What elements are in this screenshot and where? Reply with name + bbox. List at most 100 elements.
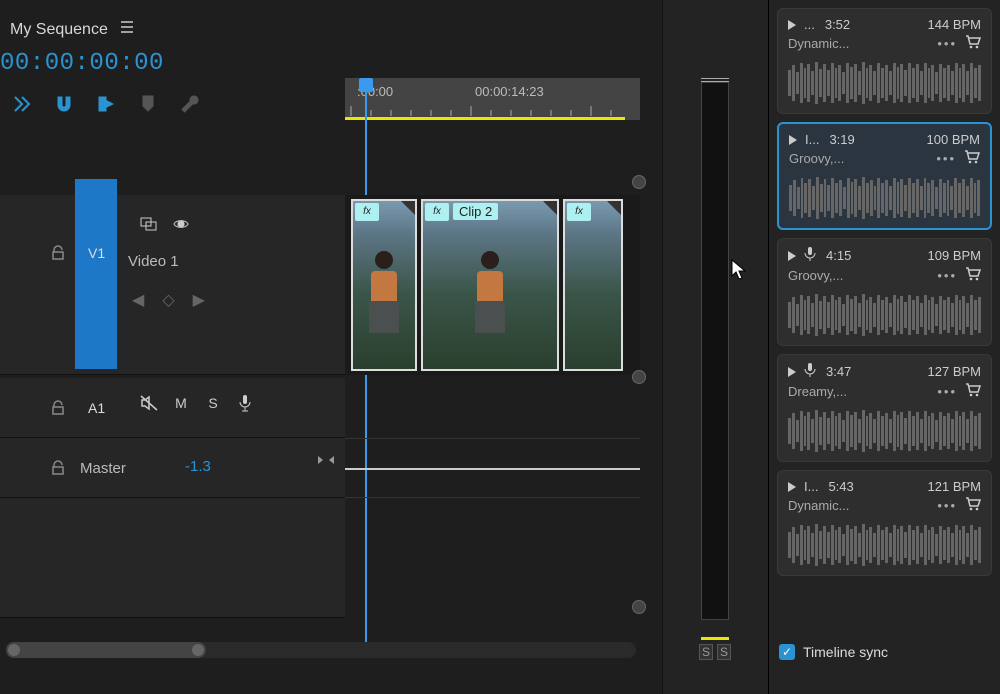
music-tag: Dynamic... — [788, 36, 929, 51]
cart-icon[interactable] — [965, 34, 981, 53]
fx-badge[interactable]: fx — [567, 203, 591, 221]
waveform-preview[interactable] — [789, 176, 980, 220]
lock-icon[interactable] — [50, 245, 66, 266]
waveform-preview[interactable] — [788, 409, 981, 453]
track-resize-handle[interactable] — [632, 175, 646, 189]
track-header-master: Master -1.3 — [0, 438, 345, 498]
music-card[interactable]: I... 5:43 121 BPM Dynamic... ••• — [777, 470, 992, 576]
marker-icon[interactable] — [136, 92, 160, 116]
timeline-sync-checkbox[interactable]: ✓ — [779, 644, 795, 660]
music-card[interactable]: 3:47 127 BPM Dreamy,... ••• — [777, 354, 992, 462]
timeline-sync-row[interactable]: ✓ Timeline sync — [779, 644, 888, 660]
add-keyframe-icon[interactable]: ◇ — [162, 290, 174, 310]
cart-icon[interactable] — [965, 496, 981, 515]
more-options-icon[interactable]: ••• — [937, 36, 957, 51]
music-bpm: 109 BPM — [928, 248, 981, 263]
music-duration: 4:15 — [826, 248, 851, 263]
empty-track-area — [0, 498, 345, 618]
sequence-title: My Sequence — [10, 21, 108, 39]
voiceover-mic-icon[interactable] — [236, 394, 254, 412]
prev-keyframe-icon[interactable]: ◀ — [132, 290, 144, 310]
linked-selection-icon[interactable] — [94, 92, 118, 116]
music-tag: Groovy,... — [789, 151, 928, 166]
track-target-v1[interactable] — [75, 179, 117, 369]
music-tag: Groovy,... — [788, 268, 929, 283]
timeline-sync-label: Timeline sync — [803, 644, 888, 660]
source-patching-icon[interactable] — [140, 215, 158, 233]
track-id-a1[interactable]: A1 — [88, 400, 105, 416]
master-volume-value[interactable]: -1.3 — [185, 458, 211, 475]
more-options-icon[interactable]: ••• — [937, 498, 957, 513]
music-prefix: I... — [805, 132, 819, 147]
waveform-preview[interactable] — [788, 293, 981, 337]
mute-button[interactable]: M — [172, 394, 190, 412]
more-options-icon[interactable]: ••• — [937, 384, 957, 399]
horizontal-scrollbar[interactable] — [6, 642, 636, 658]
music-card[interactable]: I... 3:19 100 BPM Groovy,... ••• — [777, 122, 992, 230]
track-id-v1[interactable]: V1 — [88, 245, 105, 261]
scrollbar-thumb[interactable] — [6, 642, 206, 658]
ruler-time-1: 00:00:14:23 — [475, 84, 544, 99]
clip-1[interactable]: fx — [351, 199, 417, 371]
play-icon[interactable] — [788, 251, 796, 261]
music-card[interactable]: 4:15 109 BPM Groovy,... ••• — [777, 238, 992, 346]
lock-icon[interactable] — [50, 400, 66, 421]
clip-3[interactable]: fx — [563, 199, 623, 371]
master-lane[interactable] — [345, 438, 640, 498]
music-bpm: 144 BPM — [928, 17, 981, 32]
work-area-bar[interactable] — [345, 117, 625, 120]
playhead-timecode[interactable]: 00:00:00:00 — [0, 50, 164, 77]
music-bpm: 100 BPM — [927, 132, 980, 147]
music-bpm: 127 BPM — [928, 364, 981, 379]
toggle-track-output-icon[interactable] — [172, 215, 190, 233]
next-keyframe-icon[interactable]: ▶ — [193, 290, 205, 310]
snap-magnet-icon[interactable] — [52, 92, 76, 116]
music-card[interactable]: ... 3:52 144 BPM Dynamic... ••• — [777, 8, 992, 114]
cart-icon[interactable] — [965, 382, 981, 401]
track-header-v1: V1 Video 1 ◀ ◇ ▶ — [0, 195, 345, 375]
insert-overwrite-icon[interactable] — [10, 92, 34, 116]
play-icon[interactable] — [788, 367, 796, 377]
wrench-settings-icon[interactable] — [178, 92, 202, 116]
solo-meter-2[interactable]: S — [717, 644, 731, 660]
music-tag: Dreamy,... — [788, 384, 929, 399]
waveform-preview[interactable] — [788, 523, 981, 567]
track-header-a1: A1 M S — [0, 378, 345, 438]
track-resize-handle[interactable] — [632, 370, 646, 384]
cart-icon[interactable] — [964, 149, 980, 168]
music-duration: 5:43 — [828, 479, 853, 494]
play-icon[interactable] — [788, 20, 796, 30]
cart-icon[interactable] — [965, 266, 981, 285]
music-tag: Dynamic... — [788, 498, 929, 513]
more-options-icon[interactable]: ••• — [936, 151, 956, 166]
music-prefix: I... — [804, 479, 818, 494]
video-track-lane[interactable]: fx fx Clip 2 fx — [345, 195, 640, 375]
solo-button[interactable]: S — [204, 394, 222, 412]
play-icon[interactable] — [788, 482, 796, 492]
solo-meter-1[interactable]: S — [699, 644, 713, 660]
lock-icon[interactable] — [50, 460, 66, 481]
timeline-panel: My Sequence 00:00:00:00 :00:00 00:00:14:… — [0, 0, 768, 694]
music-prefix: ... — [804, 17, 815, 32]
play-icon[interactable] — [789, 135, 797, 145]
track-resize-handle[interactable] — [632, 600, 646, 614]
music-bpm: 121 BPM — [928, 479, 981, 494]
fx-badge[interactable]: fx — [355, 203, 379, 221]
clip-2-label: Clip 2 — [453, 203, 498, 220]
more-options-icon[interactable]: ••• — [937, 268, 957, 283]
fx-badge[interactable]: fx — [425, 203, 449, 221]
mute-disabled-icon[interactable] — [140, 394, 158, 412]
waveform-preview[interactable] — [788, 61, 981, 105]
music-duration: 3:19 — [829, 132, 854, 147]
music-browser-panel: ... 3:52 144 BPM Dynamic... ••• I... 3:19 100 B… — [768, 0, 1000, 694]
mouse-cursor-icon — [730, 258, 750, 287]
sequence-menu-icon[interactable] — [120, 20, 134, 39]
audio-meter[interactable] — [701, 82, 729, 620]
music-duration: 3:52 — [825, 17, 850, 32]
timeline-ruler[interactable]: :00:00 00:00:14:23 — [345, 78, 640, 120]
playhead-marker[interactable] — [359, 78, 373, 92]
sync-lock-icon[interactable] — [316, 452, 336, 473]
mic-icon — [804, 247, 816, 264]
music-duration: 3:47 — [826, 364, 851, 379]
clip-2[interactable]: fx Clip 2 — [421, 199, 559, 371]
